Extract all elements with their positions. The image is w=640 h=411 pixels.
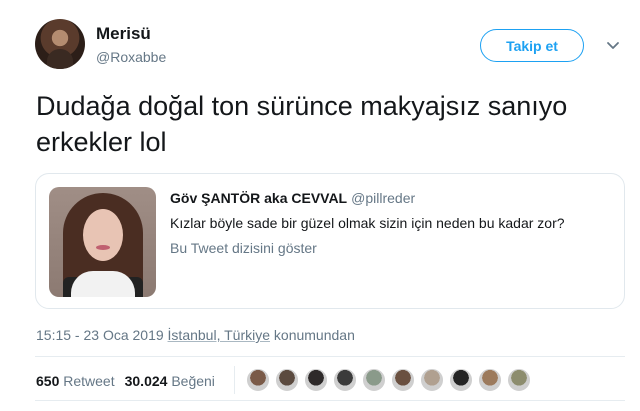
stats-separator [234,366,235,394]
author-avatar[interactable] [35,19,85,69]
divider [35,356,625,357]
like-label: Beğeni [171,373,215,389]
liker-avatar[interactable] [362,368,386,392]
quoted-author-handle: @pillreder [351,190,416,206]
like-stat[interactable]: 30.024 Beğeni [125,373,215,389]
liker-avatar[interactable] [333,368,357,392]
retweet-stat[interactable]: 650 Retweet [36,373,115,389]
tweet-meta: 15:15 - 23 Oca 2019 İstanbul, Türkiye ko… [36,327,355,343]
like-count: 30.024 [124,373,168,389]
liker-avatar[interactable] [420,368,444,392]
chevron-down-icon[interactable] [606,38,620,52]
likers-avatars [246,368,536,394]
quoted-tweet-text: Kızlar böyle sade bir güzel olmak sizin … [170,215,565,231]
author-name[interactable]: Merisü [96,24,151,44]
quoted-author[interactable]: Göv ŞANTÖR aka CEVVAL @pillreder [170,190,415,206]
liker-avatar[interactable] [304,368,328,392]
liker-avatar[interactable] [478,368,502,392]
tweet-timestamp[interactable]: 15:15 - 23 Oca 2019 [36,327,164,343]
quoted-tweet-image[interactable] [49,187,156,297]
tweet-text: Dudağa doğal ton sürünce makyajsız sanıy… [36,91,568,157]
retweet-count: 650 [36,373,60,389]
retweet-label: Retweet [63,373,115,389]
tweet-stats: 650 Retweet 30.024 Beğeni [36,373,215,389]
tweet-location[interactable]: İstanbul, Türkiye [168,327,270,343]
quoted-author-name: Göv ŞANTÖR aka CEVVAL [170,190,348,206]
divider [35,400,625,401]
liker-avatar[interactable] [449,368,473,392]
liker-avatar[interactable] [275,368,299,392]
liker-avatar[interactable] [391,368,415,392]
location-suffix: konumundan [273,327,355,343]
quoted-tweet-card[interactable]: Göv ŞANTÖR aka CEVVAL @pillreder Kızlar b… [35,173,625,309]
liker-avatar[interactable] [246,368,270,392]
liker-avatar[interactable] [507,368,531,392]
author-handle[interactable]: @Roxabbe [96,49,166,65]
show-thread-link[interactable]: Bu Tweet dizisini göster [170,240,317,256]
follow-button[interactable]: Takip et [480,29,584,62]
